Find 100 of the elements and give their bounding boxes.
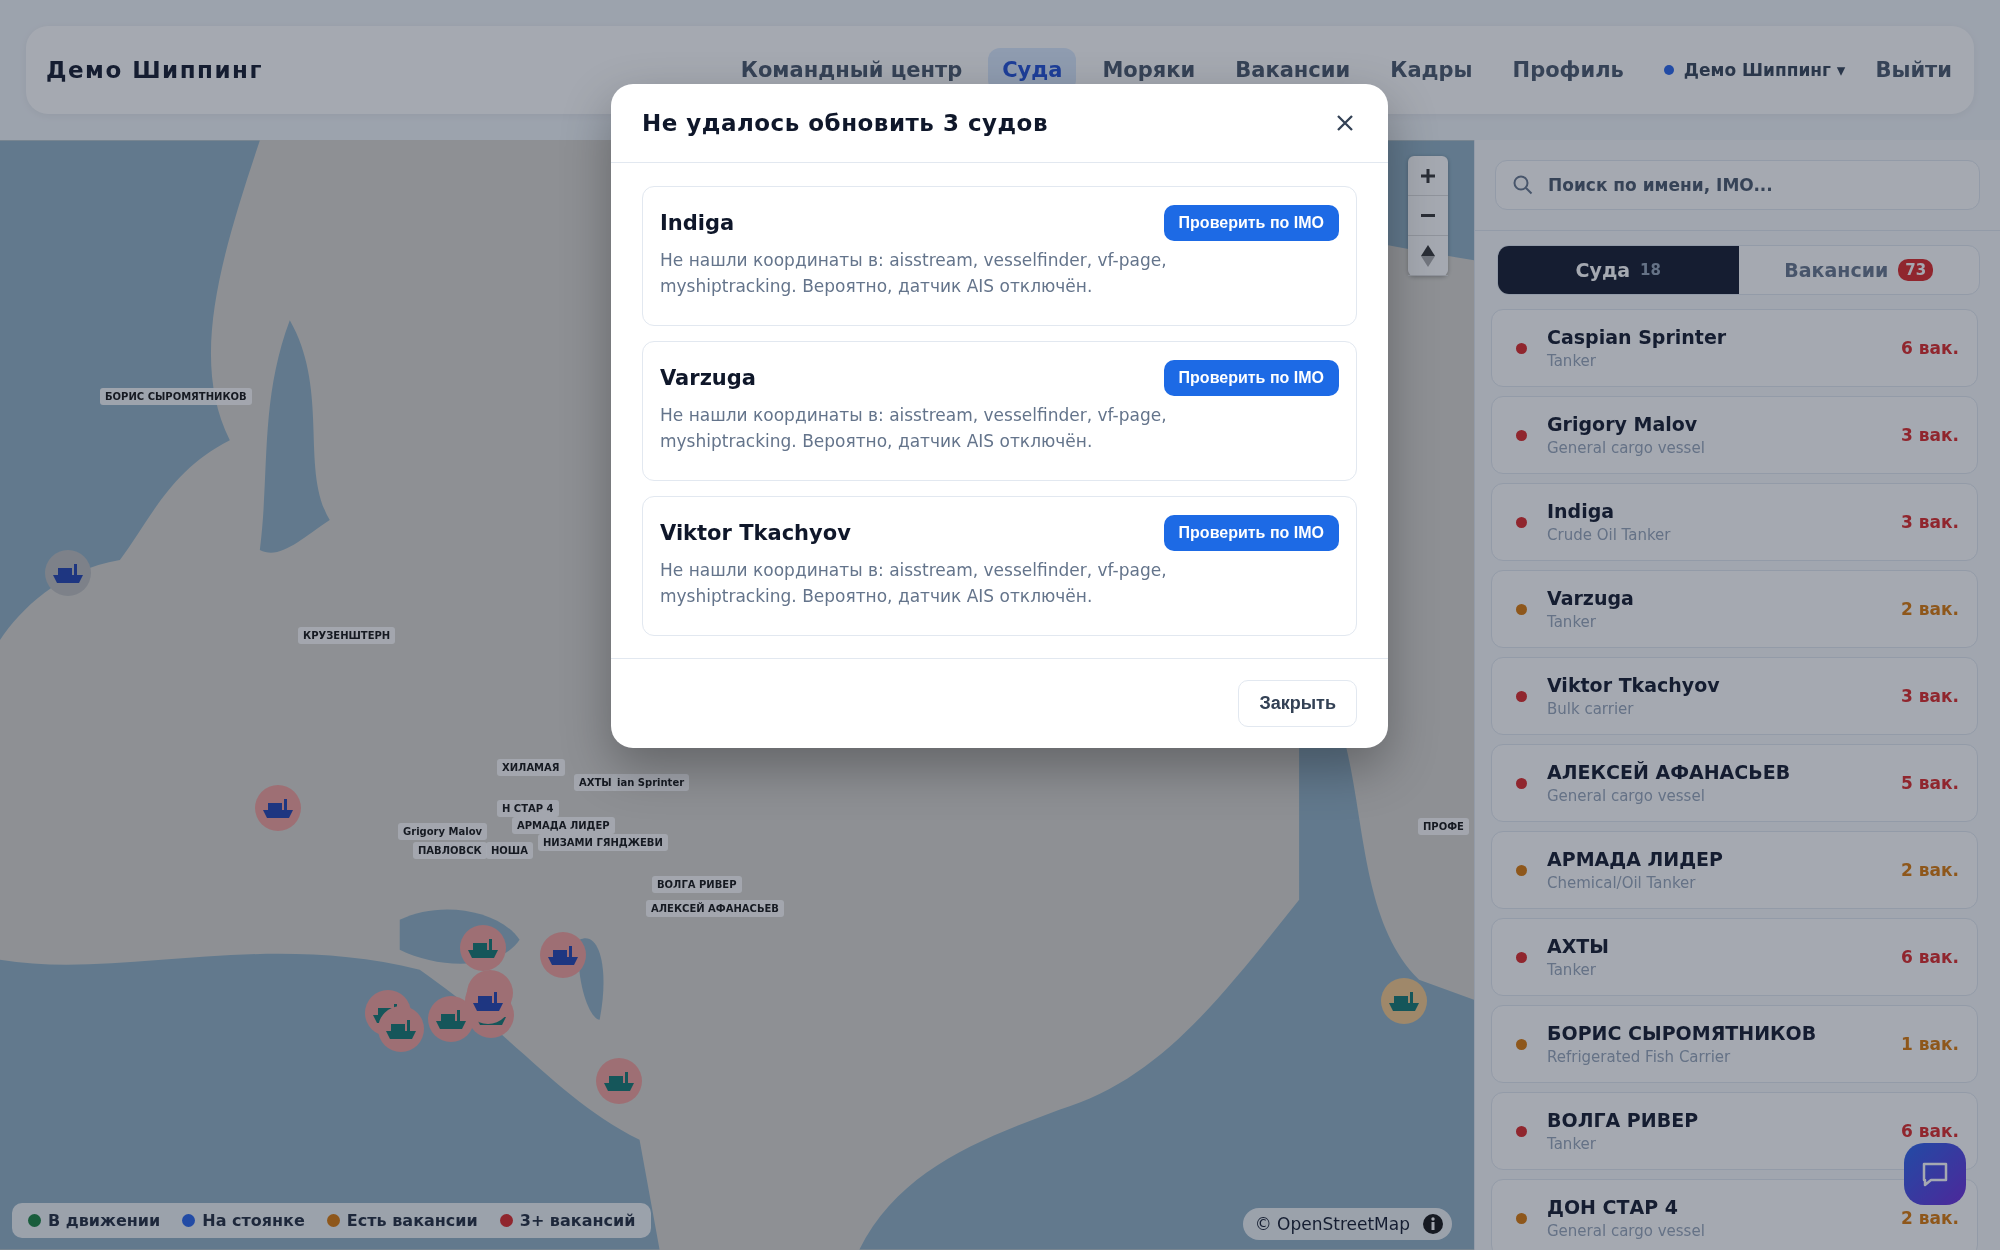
vessel-name: Viktor Tkachyov	[1547, 674, 1721, 696]
check-imo-button[interactable]: Проверить по IMO	[1163, 205, 1339, 241]
vessel-name: АЛЕКСЕЙ АФАНАСЬЕВ	[1547, 761, 1792, 783]
vacancy-count: 6 вак.	[1901, 338, 1959, 358]
ship-label: ВОЛГА РИВЕР	[652, 876, 742, 893]
vacancy-count: 3 вак.	[1901, 425, 1959, 445]
vessel-type: Tanker	[1547, 1135, 1597, 1153]
vacancy-count: 3 вак.	[1901, 512, 1959, 532]
vessel-card[interactable]: Grigory Malov General cargo vessel 3 вак.	[1491, 396, 1978, 474]
ship-label: АЛЕКСЕЙ АФАНАСЬЕВ	[646, 900, 784, 917]
account-menu[interactable]: Демо Шиппинг ▾	[1683, 60, 1846, 80]
ship-label: ПАВЛОВСК	[413, 842, 487, 859]
legend-label: На стоянке	[202, 1211, 305, 1230]
ship-label: БОРИС СЫРОМЯТНИКОВ	[100, 388, 252, 405]
sidebar-tab[interactable]: Суда 18	[1498, 246, 1739, 294]
ship-label: КРУЗЕНШТЕРН	[298, 627, 396, 644]
error-message: Не нашли координаты в: aisstream, vesselfinder, vf-page, myshiptracking. Вероятно, датчик AIS отключён.	[660, 404, 1168, 453]
vessel-type: Chemical/Oil Tanker	[1547, 874, 1697, 892]
sidebar-tab[interactable]: Вакансии 73	[1738, 246, 1979, 294]
ship-label: НОША	[486, 842, 533, 859]
vessel-card[interactable]: Varzuga Tanker 2 вак.	[1491, 570, 1978, 648]
vessel-name: ВОЛГА РИВЕР	[1547, 1109, 1700, 1131]
vessel-name: Varzuga	[660, 366, 756, 390]
chat-button[interactable]	[1904, 1143, 1966, 1205]
compass-icon	[1421, 244, 1435, 267]
vessel-card[interactable]: Caspian Sprinter Tanker 6 вак.	[1491, 309, 1978, 387]
legend-label: В движении	[48, 1211, 161, 1230]
status-dot	[1663, 65, 1674, 75]
vessel-type: Tanker	[1547, 352, 1597, 370]
vacancy-count: 6 вак.	[1901, 1121, 1959, 1141]
vessel-card[interactable]: Viktor Tkachyov Bulk carrier 3 вак.	[1491, 657, 1978, 735]
vessel-card[interactable]: АРМАДА ЛИДЕР Chemical/Oil Tanker 2 вак.	[1491, 831, 1978, 909]
ship-label: ХИЛАМАЯ	[497, 759, 565, 776]
vessel-type: Tanker	[1547, 613, 1597, 631]
legend-label: Есть вакансии	[346, 1211, 478, 1230]
ship-label: НИЗАМИ ГЯНДЖЕВИ	[538, 834, 668, 851]
vessel-name: Caspian Sprinter	[1547, 326, 1728, 348]
info-icon[interactable]	[1422, 1213, 1444, 1235]
vessel-type: Refrigerated Fish Carrier	[1547, 1048, 1732, 1066]
close-icon	[1336, 114, 1354, 132]
logout-link[interactable]: Выйти	[1875, 58, 1952, 82]
vacancy-count: 2 вак.	[1901, 860, 1959, 880]
vessel-card[interactable]: АХТЫ Tanker 6 вак.	[1491, 918, 1978, 996]
nav-link[interactable]: Моряки	[1088, 48, 1210, 92]
vessel-card[interactable]: ВОЛГА РИВЕР Tanker 6 вак.	[1491, 1092, 1978, 1170]
vacancy-count: 6 вак.	[1901, 947, 1959, 967]
ship-icon	[547, 944, 579, 966]
tab-label: Суда	[1575, 259, 1631, 281]
brand-name: Демо Шиппинг	[46, 57, 265, 83]
vacancy-count: 1 вак.	[1901, 1034, 1959, 1054]
vessel-name: Grigory Malov	[1547, 413, 1699, 435]
vacancy-count: 2 вак.	[1901, 599, 1959, 619]
nav-link[interactable]: Кадры	[1376, 48, 1487, 92]
nav-link[interactable]: Командный центр	[726, 48, 977, 92]
vessel-name: АРМАДА ЛИДЕР	[1547, 848, 1724, 870]
check-imo-button[interactable]: Проверить по IMO	[1163, 515, 1339, 551]
error-message: Не нашли координаты в: aisstream, vesselfinder, vf-page, myshiptracking. Вероятно, датчик AIS отключён.	[660, 559, 1168, 608]
vessel-card[interactable]: АЛЕКСЕЙ АФАНАСЬЕВ General cargo vessel 5 вак.	[1491, 744, 1978, 822]
nav-link[interactable]: Профиль	[1498, 48, 1638, 92]
ship-label: ian Sprinter	[612, 774, 690, 791]
minus-icon	[1421, 214, 1435, 217]
vessel-card[interactable]: ДОН СТАР 4 General cargo vessel 2 вак.	[1491, 1179, 1978, 1250]
ship-label: Н СТАР 4	[497, 800, 559, 817]
vessel-name: Indiga	[660, 211, 735, 235]
legend-label: 3+ вакансий	[519, 1211, 636, 1230]
ship-label: АРМАДА ЛИДЕР	[512, 817, 615, 834]
vessel-type: General cargo vessel	[1547, 439, 1706, 457]
vessel-name: Viktor Tkachyov	[660, 521, 851, 545]
search-field[interactable]: Поиск по имени, IMO...	[1495, 160, 1980, 210]
tab-count: 18	[1640, 261, 1661, 279]
ship-icon	[1388, 990, 1420, 1012]
check-imo-button[interactable]: Проверить по IMO	[1163, 360, 1339, 396]
modal-title: Не удалось обновить 3 судов	[642, 110, 1048, 136]
vessel-name: БОРИС СЫРОМЯТНИКОВ	[1547, 1022, 1818, 1044]
vessel-name: АХТЫ	[1547, 935, 1610, 957]
vessel-card[interactable]: Indiga Crude Oil Tanker 3 вак.	[1491, 483, 1978, 561]
ship-label: Grigory Malov	[398, 823, 488, 840]
plus-icon	[1419, 166, 1437, 185]
ship-icon	[262, 797, 294, 819]
ship-icon	[435, 1008, 467, 1030]
error-message: Не нашли координаты в: aisstream, vesselfinder, vf-page, myshiptracking. Вероятно, датчик AIS отключён.	[660, 249, 1168, 298]
vessel-type: Bulk carrier	[1547, 700, 1635, 718]
vessel-name: Indiga	[1547, 500, 1616, 522]
tab-label: Вакансии	[1784, 259, 1889, 281]
vessel-type: General cargo vessel	[1547, 787, 1706, 805]
vacancy-count: 3 вак.	[1901, 686, 1959, 706]
vacancy-count: 5 вак.	[1901, 773, 1959, 793]
vessel-type: Crude Oil Tanker	[1547, 526, 1672, 544]
attribution-text: © OpenStreetMap	[1254, 1214, 1410, 1234]
ship-label: ПРОФЕ	[1418, 818, 1469, 835]
vessel-name: ДОН СТАР 4	[1547, 1196, 1679, 1218]
ship-icon	[472, 990, 504, 1012]
ship-icon	[467, 937, 499, 959]
vacancy-count: 2 вак.	[1901, 1208, 1959, 1228]
vessel-card[interactable]: БОРИС СЫРОМЯТНИКОВ Refrigerated Fish Carrier 1 вак.	[1491, 1005, 1978, 1083]
ship-icon	[385, 1018, 417, 1040]
close-dialog-button[interactable]: Закрыть	[1238, 680, 1357, 727]
vessel-name: Varzuga	[1547, 587, 1635, 609]
nav-link[interactable]: Вакансии	[1221, 48, 1365, 92]
vessel-type: Tanker	[1547, 961, 1597, 979]
